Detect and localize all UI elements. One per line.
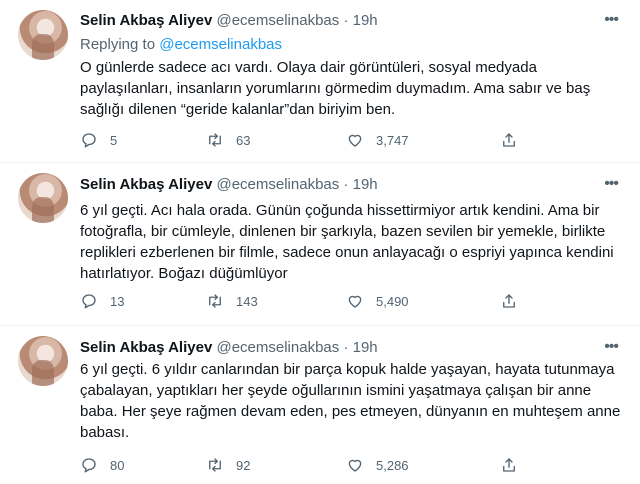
reply-icon [82, 294, 96, 309]
share-icon [503, 458, 515, 472]
heart-icon [348, 295, 362, 308]
retweet-count: 63 [236, 132, 251, 148]
avatar[interactable] [18, 336, 68, 386]
retweet-button[interactable]: 63 [206, 131, 256, 149]
reply-count: 80 [110, 457, 125, 473]
reply-button[interactable]: 13 [80, 292, 130, 310]
avatar[interactable] [18, 173, 68, 223]
share-button[interactable] [500, 131, 530, 149]
retweet-button[interactable]: 143 [206, 292, 258, 310]
author-handle[interactable]: @ecemselinakbas [216, 12, 339, 29]
avatar[interactable] [18, 10, 68, 60]
separator-dot: · [343, 339, 349, 356]
retweet-icon [209, 133, 221, 147]
like-button[interactable]: 3,747 [346, 131, 409, 149]
retweet-icon [209, 458, 221, 472]
tweet[interactable]: Selin Akbaş Aliyev @ecemselinakbas · 19h… [0, 0, 640, 162]
timestamp[interactable]: 19h [353, 176, 378, 193]
tweet-text: 6 yıl geçti. 6 yıldır canlarından bir pa… [80, 361, 621, 441]
replying-mention[interactable]: @ecemselinakbas [159, 36, 282, 53]
author-name[interactable]: Selin Akbaş Aliyev [80, 12, 212, 29]
tweet-header: Selin Akbaş Aliyev @ecemselinakbas · 19h [80, 12, 378, 29]
separator-dot: · [343, 176, 349, 193]
reply-icon [82, 458, 96, 473]
author-name[interactable]: Selin Akbaş Aliyev [80, 339, 212, 356]
share-icon [503, 294, 515, 308]
more-icon[interactable]: ••• [604, 338, 619, 356]
replying-to: Replying to @ecemselinakbas [80, 36, 282, 53]
reply-icon [82, 133, 96, 148]
separator-dot: · [343, 12, 349, 29]
author-handle[interactable]: @ecemselinakbas [216, 176, 339, 193]
retweet-count: 92 [236, 457, 251, 473]
tweet-text: 6 yıl geçti. Acı hala orada. Günün çoğun… [80, 202, 614, 282]
reply-button[interactable]: 80 [80, 456, 130, 474]
more-icon[interactable]: ••• [604, 175, 619, 193]
heart-icon [348, 459, 362, 472]
replying-prefix: Replying to [80, 36, 156, 53]
more-icon[interactable]: ••• [604, 11, 619, 29]
share-icon [503, 133, 515, 147]
tweet-header: Selin Akbaş Aliyev @ecemselinakbas · 19h [80, 339, 378, 356]
tweet-header: Selin Akbaş Aliyev @ecemselinakbas · 19h [80, 176, 378, 193]
reply-button[interactable]: 5 [80, 131, 130, 149]
timestamp[interactable]: 19h [353, 339, 378, 356]
tweet-actions: 80 92 5,286 [80, 456, 540, 476]
tweet-actions: 13 143 5,490 [80, 292, 540, 312]
tweet-text: O günlerde sadece acı vardı. Olaya dair … [80, 59, 591, 118]
retweet-count: 143 [236, 293, 258, 309]
like-count: 5,286 [376, 457, 409, 473]
tweet-actions: 5 63 3,747 [80, 131, 540, 151]
timestamp[interactable]: 19h [353, 12, 378, 29]
like-button[interactable]: 5,286 [346, 456, 409, 474]
like-button[interactable]: 5,490 [346, 292, 409, 310]
author-name[interactable]: Selin Akbaş Aliyev [80, 176, 212, 193]
tweet[interactable]: Selin Akbaş Aliyev @ecemselinakbas · 19h… [0, 163, 640, 325]
retweet-icon [209, 294, 221, 308]
reply-count: 13 [110, 293, 125, 309]
retweet-button[interactable]: 92 [206, 456, 256, 474]
like-count: 5,490 [376, 293, 409, 309]
heart-icon [348, 134, 362, 147]
tweet[interactable]: Selin Akbaş Aliyev @ecemselinakbas · 19h… [0, 326, 640, 484]
like-count: 3,747 [376, 132, 409, 148]
share-button[interactable] [500, 456, 530, 474]
reply-count: 5 [110, 132, 118, 148]
share-button[interactable] [500, 292, 530, 310]
author-handle[interactable]: @ecemselinakbas [216, 339, 339, 356]
